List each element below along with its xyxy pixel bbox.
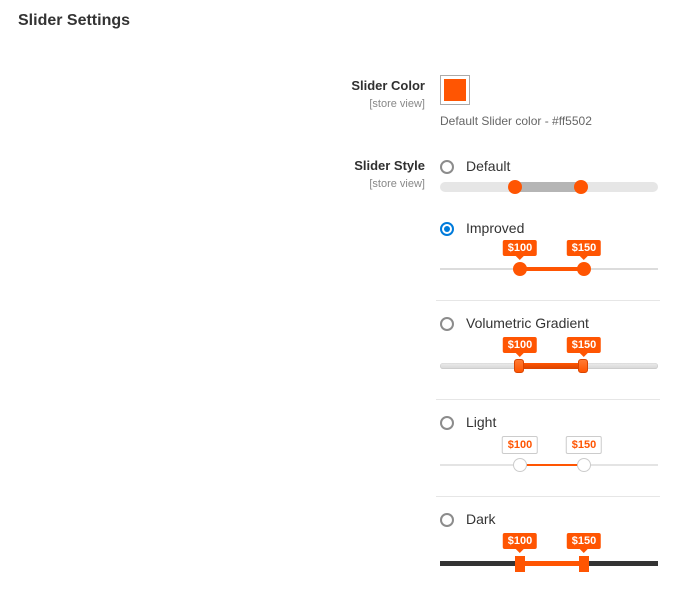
option-label-volumetric: Volumetric Gradient <box>466 315 589 331</box>
default-handle-high[interactable] <box>574 180 588 194</box>
label-slider-style-text: Slider Style <box>354 158 425 173</box>
improved-tip-high: $150 <box>567 240 601 256</box>
volumetric-handle-high[interactable] <box>578 359 588 373</box>
color-swatch-fill <box>444 79 466 101</box>
improved-handle-high[interactable] <box>577 262 591 276</box>
volumetric-handle-low[interactable] <box>514 359 524 373</box>
default-handle-low[interactable] <box>508 180 522 194</box>
color-swatch[interactable] <box>440 75 470 105</box>
value-slider-color: Default Slider color - #ff5502 <box>440 78 670 128</box>
radio-dark[interactable] <box>440 513 454 527</box>
light-tip-low: $100 <box>502 436 538 454</box>
preview-dark: $100 $150 <box>440 535 658 575</box>
separator-3 <box>436 496 660 497</box>
option-label-light: Light <box>466 414 496 430</box>
page-title: Slider Settings <box>18 12 130 30</box>
dark-tip-low: $100 <box>503 533 537 549</box>
dark-handle-low[interactable] <box>515 556 525 572</box>
label-slider-style: Slider Style [store view] <box>0 158 425 192</box>
default-fill <box>515 182 581 192</box>
improved-handle-low[interactable] <box>513 262 527 276</box>
option-default[interactable]: Default <box>440 158 666 174</box>
option-label-dark: Dark <box>466 511 496 527</box>
slider-color-hint: Default Slider color - #ff5502 <box>440 114 670 128</box>
volumetric-tip-high: $150 <box>567 337 601 353</box>
radio-volumetric[interactable] <box>440 317 454 331</box>
preview-volumetric: $100 $150 <box>440 339 658 379</box>
scope-label-2: [store view] <box>0 176 425 192</box>
radio-light[interactable] <box>440 416 454 430</box>
option-label-default: Default <box>466 158 510 174</box>
option-label-improved: Improved <box>466 220 524 236</box>
separator-2 <box>436 399 660 400</box>
light-handle-low[interactable] <box>513 458 527 472</box>
volumetric-fill <box>515 363 581 369</box>
improved-tip-low: $100 <box>503 240 537 256</box>
light-tip-high: $150 <box>566 436 602 454</box>
option-volumetric[interactable]: Volumetric Gradient <box>440 315 666 331</box>
option-improved[interactable]: Improved <box>440 220 666 236</box>
slider-style-options: Default Improved $100 $150 Volumetric Gr… <box>440 158 666 575</box>
volumetric-tip-low: $100 <box>503 337 537 353</box>
label-slider-color: Slider Color [store view] <box>0 78 425 112</box>
scope-label: [store view] <box>0 96 425 112</box>
label-slider-color-text: Slider Color <box>351 78 425 93</box>
preview-light: $100 $150 <box>440 438 658 476</box>
option-dark[interactable]: Dark <box>440 511 666 527</box>
preview-default <box>440 182 658 200</box>
option-light[interactable]: Light <box>440 414 666 430</box>
light-handle-high[interactable] <box>577 458 591 472</box>
preview-improved: $100 $150 <box>440 244 658 280</box>
dark-tip-high: $150 <box>567 533 601 549</box>
radio-improved[interactable] <box>440 222 454 236</box>
radio-default[interactable] <box>440 160 454 174</box>
dark-handle-high[interactable] <box>579 556 589 572</box>
separator <box>436 300 660 301</box>
